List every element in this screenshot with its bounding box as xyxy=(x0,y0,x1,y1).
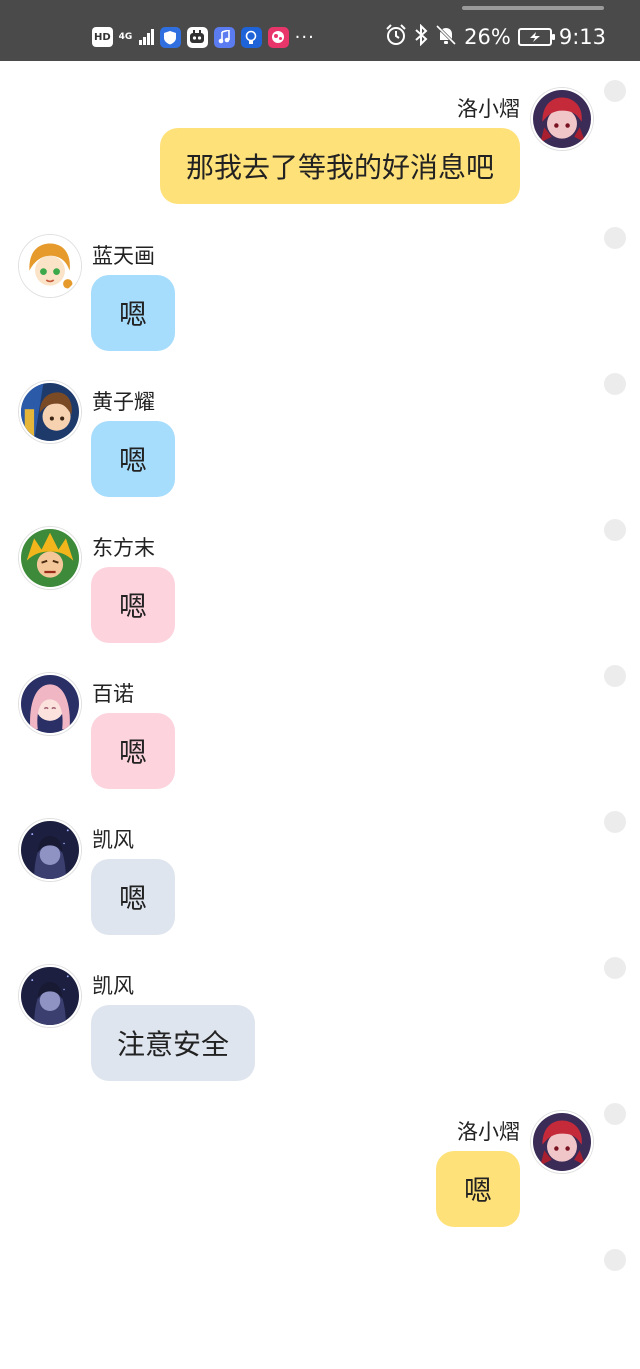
status-bar: HD 4G ··· 26% 9:13 xyxy=(0,0,640,61)
alarm-icon xyxy=(385,23,407,51)
gesture-handle[interactable] xyxy=(462,6,604,10)
message-bubble[interactable]: 那我去了等我的好消息吧 xyxy=(159,128,520,204)
message-bubble[interactable]: 嗯 xyxy=(91,713,175,789)
select-radio-dot[interactable] xyxy=(604,227,626,249)
sender-name: 凯风 xyxy=(92,828,134,852)
select-radio-dot[interactable] xyxy=(604,373,626,395)
select-radio-dot[interactable] xyxy=(604,665,626,687)
signal-icon xyxy=(138,29,154,45)
sender-name: 百诺 xyxy=(92,682,134,706)
select-radio-dot[interactable] xyxy=(604,811,626,833)
sender-name: 凯风 xyxy=(92,974,134,998)
select-radio-dot[interactable] xyxy=(604,1249,626,1271)
message-bubble[interactable]: 嗯 xyxy=(91,421,175,497)
sender-name: 蓝天画 xyxy=(92,244,155,268)
bluetooth-icon xyxy=(414,23,428,51)
status-right-icons: 26% 9:13 xyxy=(385,22,606,52)
sender-name: 洛小熠 xyxy=(457,97,520,121)
sender-name: 黄子耀 xyxy=(92,390,155,414)
pink-hair-girl-avatar[interactable] xyxy=(19,673,81,735)
battery-percent: 26% xyxy=(464,25,511,49)
bulb-app-icon xyxy=(240,26,262,48)
brown-hair-boy-avatar[interactable] xyxy=(19,381,81,443)
network-type-label: 4G xyxy=(118,31,133,42)
red-hair-avatar[interactable] xyxy=(531,1111,593,1173)
music-app-icon xyxy=(213,26,235,48)
status-left-icons: HD 4G ··· xyxy=(92,24,315,50)
select-radio-dot[interactable] xyxy=(604,1103,626,1125)
mute-bell-icon xyxy=(435,24,457,51)
hd-icon: HD xyxy=(92,27,113,47)
robot-app-icon xyxy=(186,26,208,48)
message-bubble[interactable]: 嗯 xyxy=(91,567,175,643)
message-bubble[interactable]: 注意安全 xyxy=(91,1005,256,1081)
red-hair-avatar[interactable] xyxy=(531,88,593,150)
message-bubble[interactable]: 嗯 xyxy=(91,859,175,935)
sender-name: 东方末 xyxy=(92,536,155,560)
shield-app-icon xyxy=(159,26,181,48)
game-app-icon xyxy=(267,26,289,48)
message-bubble[interactable]: 嗯 xyxy=(436,1151,520,1227)
select-radio-dot[interactable] xyxy=(604,80,626,102)
golden-hair-hero-avatar[interactable] xyxy=(19,527,81,589)
battery-icon xyxy=(517,28,555,46)
sender-name: 洛小熠 xyxy=(457,1120,520,1144)
more-notifications-icon: ··· xyxy=(294,26,315,48)
select-radio-dot[interactable] xyxy=(604,519,626,541)
dark-hooded-avatar[interactable] xyxy=(19,965,81,1027)
clock-time: 9:13 xyxy=(558,25,606,49)
green-eyed-girl-avatar[interactable] xyxy=(19,235,81,297)
dark-hooded-avatar[interactable] xyxy=(19,819,81,881)
select-radio-dot[interactable] xyxy=(604,957,626,979)
message-bubble[interactable]: 嗯 xyxy=(91,275,175,351)
